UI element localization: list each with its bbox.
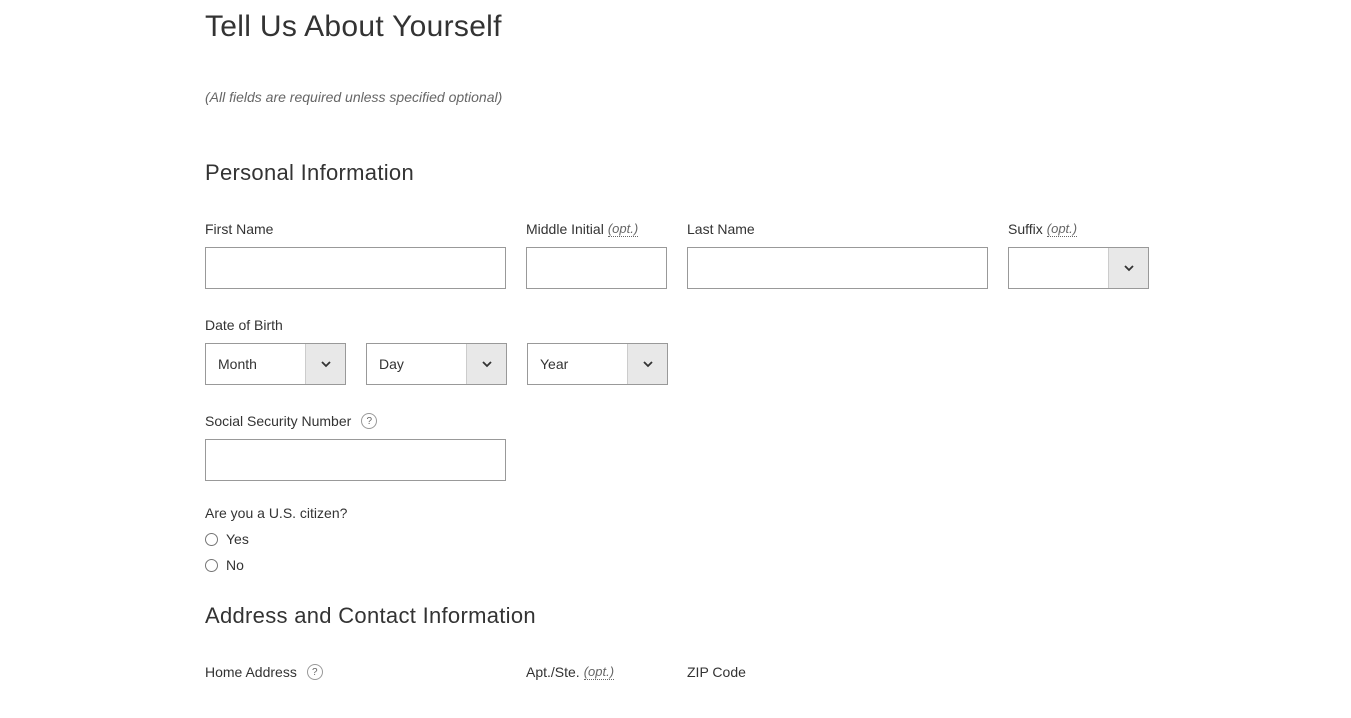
suffix-select-arrow[interactable] bbox=[1108, 248, 1148, 288]
dob-year-select[interactable]: Year bbox=[527, 343, 668, 385]
ssn-label-text: Social Security Number bbox=[205, 413, 351, 429]
dob-label: Date of Birth bbox=[205, 317, 1351, 333]
first-name-input[interactable] bbox=[205, 247, 506, 289]
dob-month-value[interactable]: Month bbox=[206, 344, 305, 384]
address-heading: Address and Contact Information bbox=[205, 603, 1351, 629]
address-row: Home Address ? Apt./Ste. (opt.) ZIP Code bbox=[205, 664, 1351, 690]
home-address-label-text: Home Address bbox=[205, 664, 297, 680]
middle-initial-label: Middle Initial (opt.) bbox=[526, 221, 667, 237]
first-name-label: First Name bbox=[205, 221, 506, 237]
last-name-input[interactable] bbox=[687, 247, 988, 289]
help-icon[interactable]: ? bbox=[361, 413, 377, 429]
dob-year-value[interactable]: Year bbox=[528, 344, 627, 384]
opt-marker: (opt.) bbox=[584, 664, 614, 680]
citizen-no-radio[interactable] bbox=[205, 559, 218, 572]
personal-info-heading: Personal Information bbox=[205, 160, 1351, 186]
dob-year-arrow[interactable] bbox=[627, 344, 667, 384]
dob-day-value[interactable]: Day bbox=[367, 344, 466, 384]
ssn-input[interactable] bbox=[205, 439, 506, 481]
apt-label-text: Apt./Ste. bbox=[526, 664, 580, 680]
dob-month-select[interactable]: Month bbox=[205, 343, 346, 385]
opt-marker: (opt.) bbox=[1047, 221, 1077, 237]
help-icon[interactable]: ? bbox=[307, 664, 323, 680]
middle-initial-input[interactable] bbox=[526, 247, 667, 289]
suffix-select-value[interactable] bbox=[1009, 248, 1108, 288]
suffix-select[interactable] bbox=[1008, 247, 1149, 289]
home-address-field: Home Address ? bbox=[205, 664, 506, 690]
last-name-label: Last Name bbox=[687, 221, 988, 237]
citizen-radio-group: Are you a U.S. citizen? Yes No bbox=[205, 505, 1351, 573]
apt-label: Apt./Ste. (opt.) bbox=[526, 664, 667, 680]
suffix-field: Suffix (opt.) bbox=[1008, 221, 1149, 289]
ssn-label: Social Security Number ? bbox=[205, 413, 1351, 429]
page-title: Tell Us About Yourself bbox=[205, 10, 1351, 44]
suffix-label: Suffix (opt.) bbox=[1008, 221, 1149, 237]
citizen-yes-label: Yes bbox=[226, 531, 249, 547]
chevron-down-icon bbox=[320, 358, 332, 370]
suffix-label-text: Suffix bbox=[1008, 221, 1043, 237]
chevron-down-icon bbox=[1123, 262, 1135, 274]
last-name-field: Last Name bbox=[687, 221, 988, 289]
middle-initial-field: Middle Initial (opt.) bbox=[526, 221, 667, 289]
dob-row: Date of Birth Month Day Year bbox=[205, 317, 1351, 385]
citizen-yes-radio[interactable] bbox=[205, 533, 218, 546]
first-name-field: First Name bbox=[205, 221, 506, 289]
citizen-question: Are you a U.S. citizen? bbox=[205, 505, 1351, 521]
name-row: First Name Middle Initial (opt.) Last Na… bbox=[205, 221, 1351, 289]
citizen-no-label: No bbox=[226, 557, 244, 573]
dob-month-arrow[interactable] bbox=[305, 344, 345, 384]
citizen-yes-option[interactable]: Yes bbox=[205, 531, 1351, 547]
middle-initial-label-text: Middle Initial bbox=[526, 221, 604, 237]
apt-field: Apt./Ste. (opt.) bbox=[526, 664, 667, 690]
opt-marker: (opt.) bbox=[608, 221, 638, 237]
citizen-no-option[interactable]: No bbox=[205, 557, 1351, 573]
chevron-down-icon bbox=[642, 358, 654, 370]
zip-field: ZIP Code bbox=[687, 664, 988, 690]
zip-label: ZIP Code bbox=[687, 664, 988, 680]
home-address-label: Home Address ? bbox=[205, 664, 506, 680]
dob-day-arrow[interactable] bbox=[466, 344, 506, 384]
dob-day-select[interactable]: Day bbox=[366, 343, 507, 385]
required-note: (All fields are required unless specifie… bbox=[205, 89, 1351, 105]
chevron-down-icon bbox=[481, 358, 493, 370]
ssn-row: Social Security Number ? bbox=[205, 413, 1351, 481]
